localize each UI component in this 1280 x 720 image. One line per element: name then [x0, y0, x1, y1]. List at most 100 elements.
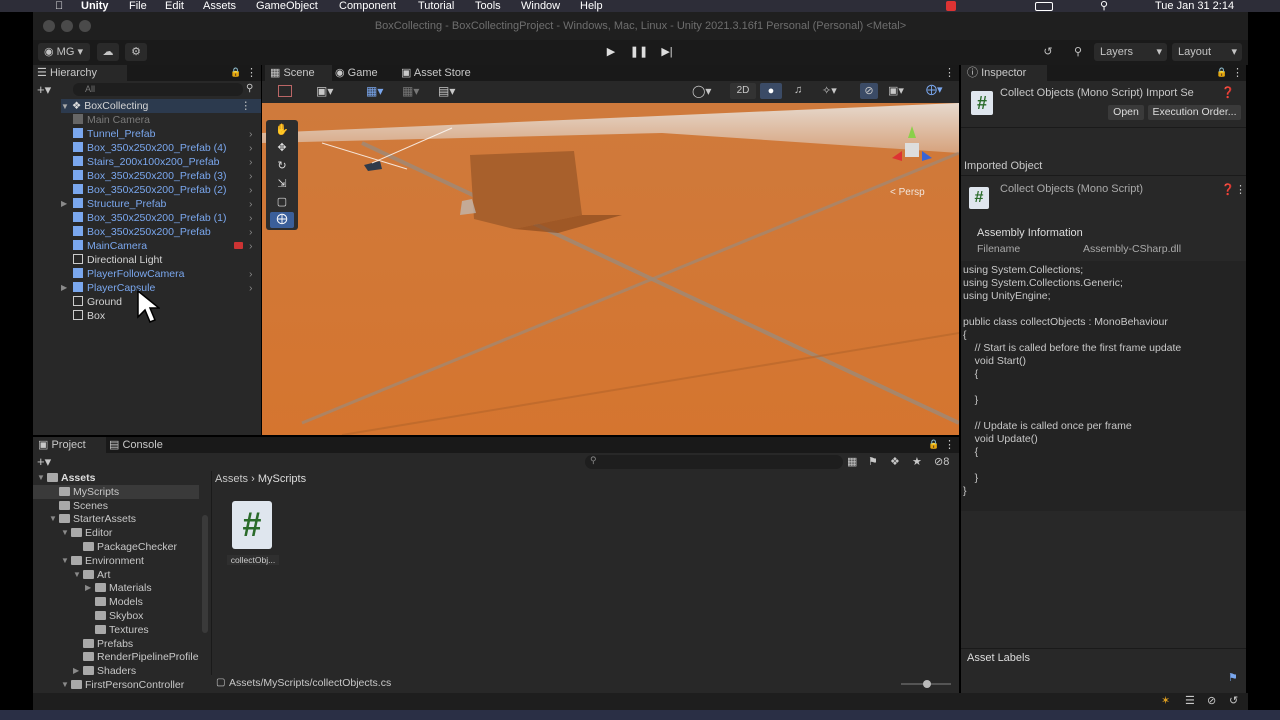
lock-icon[interactable]: 🔒 — [1216, 67, 1227, 78]
more-menu-icon[interactable]: ⋮ — [944, 66, 955, 79]
add-icon[interactable]: +▾ — [37, 82, 51, 98]
toggle-2d-button[interactable]: 2D — [730, 83, 756, 99]
close-window-button[interactable] — [43, 20, 55, 32]
camera-icon[interactable] — [234, 242, 243, 249]
menu-component[interactable]: Component — [339, 0, 396, 12]
menu-tools[interactable]: Tools — [475, 0, 501, 12]
expand-arrow-icon[interactable]: ▶ — [61, 281, 67, 295]
hierarchy-item[interactable]: ▶ Structure_Prefab › — [61, 197, 258, 211]
expand-arrow-icon[interactable]: ▼ — [37, 471, 45, 485]
menu-tutorial[interactable]: Tutorial — [418, 0, 454, 12]
hierarchy-item[interactable]: Stairs_200x100x200_Prefab › — [73, 155, 258, 169]
hand-tool-icon[interactable]: ✋ — [270, 123, 294, 139]
tab-hierarchy[interactable]: ☰ Hierarchy — [33, 65, 127, 81]
expand-arrow-icon[interactable]: ▶ — [61, 197, 67, 211]
more-menu-icon[interactable]: ⋮ — [1235, 183, 1246, 196]
menu-gameobject[interactable]: GameObject — [256, 0, 318, 12]
tab-console[interactable]: ▤ Console — [109, 437, 179, 453]
chevron-right-icon[interactable]: › — [249, 141, 253, 155]
more-menu-icon[interactable]: ⋮ — [241, 99, 252, 113]
expand-arrow-icon[interactable]: ▼ — [73, 568, 81, 582]
apple-icon[interactable]:  — [55, 0, 63, 12]
gizmo-center-cube[interactable] — [905, 143, 919, 157]
menu-help[interactable]: Help — [580, 0, 603, 12]
icon-size-slider-handle[interactable] — [923, 680, 931, 688]
rect-tool-icon[interactable]: ▢ — [270, 195, 294, 211]
transform-tool-icon[interactable]: ⨁ — [270, 212, 294, 228]
bug-icon[interactable]: ⊘ — [1207, 694, 1216, 707]
chevron-right-icon[interactable]: › — [249, 267, 253, 281]
more-menu-icon[interactable]: ⋮ — [1232, 66, 1243, 79]
gizmos-icon[interactable]: ⨁▾ — [926, 83, 943, 96]
chevron-right-icon[interactable]: › — [249, 281, 253, 295]
chevron-right-icon[interactable]: › — [249, 225, 253, 239]
lighting-icon[interactable]: ● — [760, 83, 782, 99]
rotate-tool-icon[interactable]: ↻ — [270, 159, 294, 175]
hierarchy-item[interactable]: Ground — [73, 295, 258, 309]
chevron-right-icon[interactable]: › — [249, 197, 253, 211]
project-tree-item[interactable]: ▼ Environment — [33, 554, 199, 568]
hierarchy-item[interactable]: Main Camera — [73, 113, 258, 127]
lock-icon[interactable]: 🔒 — [230, 67, 241, 78]
open-button[interactable]: Open — [1108, 105, 1144, 120]
breadcrumb-myscripts[interactable]: MyScripts — [258, 473, 306, 485]
project-search-input[interactable]: ⚲ — [585, 455, 843, 469]
hierarchy-item[interactable]: Box_350x250x200_Prefab › — [73, 225, 258, 239]
project-tree-item[interactable]: Models — [33, 595, 199, 609]
expand-arrow-icon[interactable]: ▼ — [61, 526, 69, 540]
persp-label[interactable]: < Persp — [890, 187, 925, 198]
project-tree-item[interactable]: Skybox — [33, 609, 199, 623]
project-tree-item[interactable]: ▼ StarterAssets — [33, 512, 199, 526]
tab-inspector[interactable]: ⓘ Inspector — [961, 65, 1047, 81]
project-tree-item[interactable]: ▼ Assets — [33, 471, 199, 485]
hierarchy-item[interactable]: Box_350x250x200_Prefab (1) › — [73, 211, 258, 225]
breadcrumb-assets[interactable]: Assets — [215, 473, 248, 485]
hierarchy-item[interactable]: Box_350x250x200_Prefab (4) › — [73, 141, 258, 155]
project-tree-item[interactable]: ▼ Art — [33, 568, 199, 582]
scene-root-row[interactable]: ▼ ❖ BoxCollecting ⋮ — [61, 99, 261, 113]
add-icon[interactable]: +▾ — [37, 454, 51, 470]
more-menu-icon[interactable]: ⋮ — [246, 66, 257, 79]
project-tree-item[interactable]: RenderPipelineProfile — [33, 650, 199, 664]
hierarchy-item[interactable]: Box_350x250x200_Prefab (2) › — [73, 183, 258, 197]
globe-icon[interactable]: ◯▾ — [692, 84, 711, 98]
expand-arrow-icon[interactable]: ▼ — [61, 554, 69, 568]
audio-icon[interactable]: ♫ — [794, 84, 802, 96]
favorite-star-icon[interactable]: ★ — [912, 455, 922, 468]
chevron-right-icon[interactable]: › — [249, 155, 253, 169]
hierarchy-item[interactable]: PlayerFollowCamera › — [73, 267, 258, 281]
script-asset-label[interactable]: collectObj... — [227, 555, 279, 565]
zoom-window-button[interactable] — [79, 20, 91, 32]
chevron-right-icon[interactable]: › — [249, 169, 253, 183]
battery-icon[interactable] — [1035, 2, 1053, 11]
script-asset-icon[interactable]: # — [232, 501, 272, 549]
search-options-icon[interactable]: ⚲ — [246, 83, 253, 94]
search-spotlight-icon[interactable]: ⚲ — [1100, 0, 1108, 12]
menu-assets[interactable]: Assets — [203, 0, 236, 12]
account-dropdown[interactable]: ◉ MG ▾ — [38, 43, 90, 61]
history-icon[interactable]: ↺ — [1037, 43, 1059, 61]
hierarchy-item[interactable]: MainCamera › — [73, 239, 258, 253]
box-object[interactable] — [470, 151, 582, 229]
collapse-arrow-icon[interactable]: ▶ — [85, 581, 91, 595]
chevron-right-icon[interactable]: › — [249, 183, 253, 197]
layout-dropdown[interactable]: Layout ▾ — [1172, 43, 1242, 61]
search-by-type-icon[interactable]: ▦ — [847, 455, 857, 468]
project-tree-item[interactable]: MyScripts — [33, 484, 199, 499]
increment-snap-icon[interactable]: ▦▾ — [402, 84, 419, 98]
lock-icon[interactable]: 🔒 — [928, 439, 939, 450]
help-icon[interactable]: ❓ — [1221, 86, 1235, 99]
clock-text[interactable]: Tue Jan 31 2:14 — [1155, 0, 1234, 12]
ruler-icon[interactable]: ▤▾ — [438, 84, 455, 98]
refresh-icon[interactable]: ↺ — [1229, 694, 1238, 707]
tree-scrollbar[interactable] — [202, 515, 208, 633]
stack-icon[interactable]: ☰ — [1185, 694, 1195, 707]
scale-tool-icon[interactable]: ⇲ — [270, 177, 294, 193]
project-tree-item[interactable]: Textures — [33, 623, 199, 637]
search-icon[interactable]: ⚲ — [1067, 43, 1089, 61]
chevron-right-icon[interactable]: › — [249, 127, 253, 141]
expand-arrow-icon[interactable]: ▼ — [49, 512, 57, 526]
menu-edit[interactable]: Edit — [165, 0, 184, 12]
tag-icon[interactable]: ⚑ — [1228, 671, 1238, 684]
help-icon[interactable]: ❓ — [1221, 183, 1235, 196]
